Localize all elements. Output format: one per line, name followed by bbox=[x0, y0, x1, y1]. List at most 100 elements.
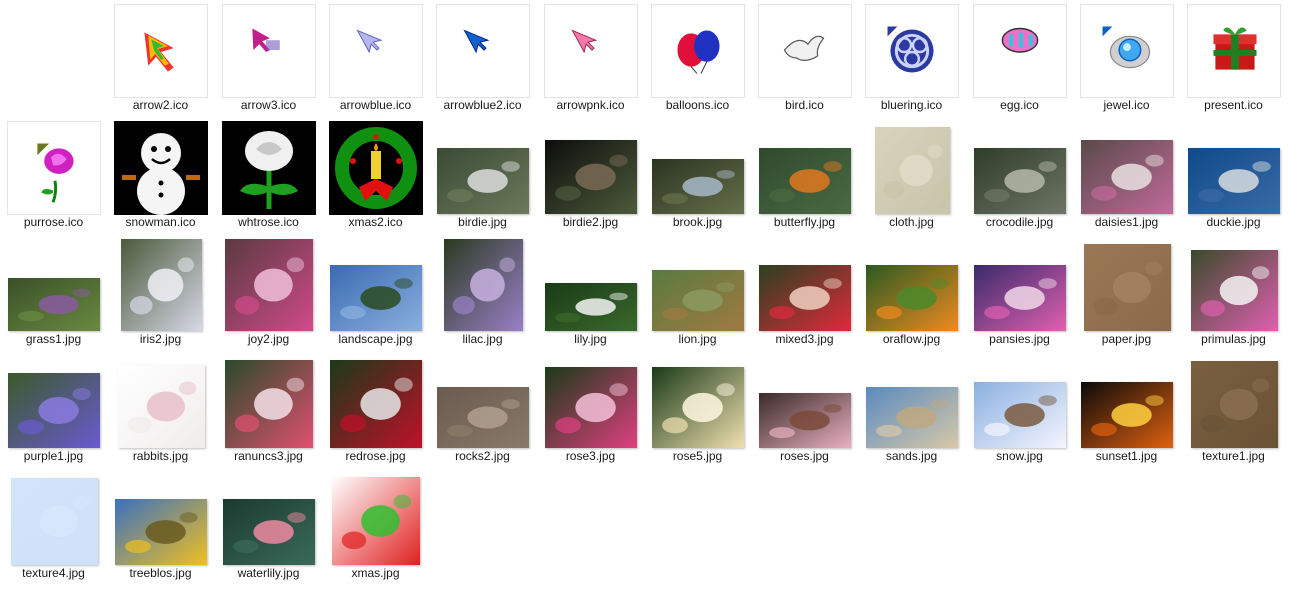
file-thumbnail bbox=[222, 472, 316, 566]
file-item[interactable]: jewel.ico bbox=[1073, 0, 1180, 117]
file-thumbnail bbox=[1080, 355, 1174, 449]
file-name: arrow3.ico bbox=[240, 98, 297, 112]
white-lily-photo bbox=[545, 283, 637, 331]
file-item[interactable]: waterlily.jpg bbox=[215, 468, 322, 585]
file-name: brook.jpg bbox=[672, 215, 723, 229]
file-item[interactable]: iris2.jpg bbox=[107, 234, 214, 351]
file-item[interactable]: balloons.ico bbox=[644, 0, 751, 117]
file-item[interactable]: butterfly.jpg bbox=[751, 117, 858, 234]
file-item[interactable]: rose5.jpg bbox=[644, 351, 751, 468]
file-name: rose5.jpg bbox=[672, 449, 723, 463]
file-name: joy2.jpg bbox=[247, 332, 290, 346]
file-item[interactable]: sunset1.jpg bbox=[1073, 351, 1180, 468]
file-name: pansies.jpg bbox=[989, 332, 1050, 346]
file-thumbnail bbox=[222, 238, 316, 332]
light-blue-texture-photo bbox=[11, 478, 98, 565]
file-name: arrowblue.ico bbox=[339, 98, 412, 112]
file-name: butterfly.jpg bbox=[773, 215, 836, 229]
file-thumbnail bbox=[973, 238, 1067, 332]
file-item[interactable]: egg.ico bbox=[966, 0, 1073, 117]
file-item[interactable]: brook.jpg bbox=[644, 117, 751, 234]
file-name: lilac.jpg bbox=[462, 332, 503, 346]
file-name: purple1.jpg bbox=[23, 449, 84, 463]
file-item[interactable]: snow.jpg bbox=[966, 351, 1073, 468]
file-item[interactable]: arrow2.ico bbox=[107, 0, 214, 117]
file-thumbnail bbox=[544, 121, 638, 215]
file-thumbnail bbox=[114, 238, 208, 332]
file-thumbnail bbox=[973, 355, 1067, 449]
file-name: xmas2.ico bbox=[348, 215, 403, 229]
file-item[interactable]: daisies1.jpg bbox=[1073, 117, 1180, 234]
file-item[interactable]: mixed3.jpg bbox=[751, 234, 858, 351]
file-name: rabbits.jpg bbox=[132, 449, 189, 463]
file-item[interactable]: sands.jpg bbox=[858, 351, 965, 468]
dove-icon bbox=[759, 5, 851, 97]
file-item[interactable]: oraflow.jpg bbox=[858, 234, 965, 351]
file-item[interactable]: rabbits.jpg bbox=[107, 351, 214, 468]
file-item[interactable]: bluering.ico bbox=[858, 0, 965, 117]
file-item[interactable]: cloth.jpg bbox=[858, 117, 965, 234]
file-thumbnail bbox=[973, 121, 1067, 215]
file-item[interactable]: primulas.jpg bbox=[1180, 234, 1287, 351]
roses-photo bbox=[759, 393, 851, 448]
rabbits-photo bbox=[118, 365, 205, 448]
file-item[interactable]: arrowpnk.ico bbox=[537, 0, 644, 117]
brook-photo bbox=[652, 159, 744, 214]
file-item[interactable]: xmas2.ico bbox=[322, 117, 429, 234]
file-item[interactable]: bird.ico bbox=[751, 0, 858, 117]
butterfly-photo bbox=[759, 148, 851, 214]
file-item[interactable]: whtrose.ico bbox=[215, 117, 322, 234]
file-name: ranuncs3.jpg bbox=[234, 449, 303, 463]
file-item[interactable]: arrow3.ico bbox=[215, 0, 322, 117]
file-item[interactable]: landscape.jpg bbox=[322, 234, 429, 351]
file-item[interactable]: purple1.jpg bbox=[0, 351, 107, 468]
file-item[interactable]: paper.jpg bbox=[1073, 234, 1180, 351]
file-item[interactable]: lion.jpg bbox=[644, 234, 751, 351]
file-item[interactable]: treeblos.jpg bbox=[107, 468, 214, 585]
file-item[interactable]: lily.jpg bbox=[537, 234, 644, 351]
file-thumbnail bbox=[114, 4, 208, 98]
file-item[interactable]: crocodile.jpg bbox=[966, 117, 1073, 234]
file-item[interactable]: duckie.jpg bbox=[1180, 117, 1287, 234]
file-name: bluering.ico bbox=[880, 98, 943, 112]
file-item[interactable]: arrowblue.ico bbox=[322, 0, 429, 117]
file-grid: arrow2.ico arrow3.ico arrowblue.ico arrowbl… bbox=[0, 0, 1290, 592]
file-name: bird.ico bbox=[785, 98, 824, 112]
file-item[interactable]: pansies.jpg bbox=[966, 234, 1073, 351]
file-name: balloons.ico bbox=[665, 98, 730, 112]
file-thumbnail bbox=[544, 355, 638, 449]
file-thumbnail bbox=[1080, 238, 1174, 332]
file-item[interactable]: purrose.ico bbox=[0, 117, 107, 234]
file-item[interactable]: arrowblue2.ico bbox=[429, 0, 536, 117]
file-thumbnail bbox=[329, 355, 423, 449]
file-item[interactable]: roses.jpg bbox=[751, 351, 858, 468]
file-name: sunset1.jpg bbox=[1095, 449, 1158, 463]
file-name: whtrose.ico bbox=[238, 215, 299, 229]
file-name: roses.jpg bbox=[780, 449, 829, 463]
file-thumbnail bbox=[436, 355, 530, 449]
file-thumbnail bbox=[758, 121, 852, 215]
file-item[interactable]: texture1.jpg bbox=[1180, 351, 1287, 468]
cream-rose-photo bbox=[652, 367, 744, 448]
file-item[interactable]: birdie2.jpg bbox=[537, 117, 644, 234]
file-item[interactable]: ranuncs3.jpg bbox=[215, 351, 322, 468]
file-item[interactable]: birdie.jpg bbox=[429, 117, 536, 234]
file-thumbnail bbox=[114, 472, 208, 566]
file-item[interactable]: redrose.jpg bbox=[322, 351, 429, 468]
file-item[interactable]: xmas.jpg bbox=[322, 468, 429, 585]
file-item[interactable]: rose3.jpg bbox=[537, 351, 644, 468]
file-name: arrowpnk.ico bbox=[556, 98, 625, 112]
file-item[interactable]: lilac.jpg bbox=[429, 234, 536, 351]
file-thumbnail bbox=[651, 238, 745, 332]
file-item[interactable]: joy2.jpg bbox=[215, 234, 322, 351]
file-name: grass1.jpg bbox=[25, 332, 82, 346]
file-name: duckie.jpg bbox=[1206, 215, 1261, 229]
file-item[interactable]: rocks2.jpg bbox=[429, 351, 536, 468]
daisies-photo bbox=[1081, 140, 1173, 214]
pansies-photo bbox=[974, 265, 1066, 331]
file-item[interactable]: texture4.jpg bbox=[0, 468, 107, 585]
file-item[interactable]: grass1.jpg bbox=[0, 234, 107, 351]
file-item[interactable]: snowman.ico bbox=[107, 117, 214, 234]
file-name: daisies1.jpg bbox=[1094, 215, 1159, 229]
file-item[interactable]: present.ico bbox=[1180, 0, 1287, 117]
